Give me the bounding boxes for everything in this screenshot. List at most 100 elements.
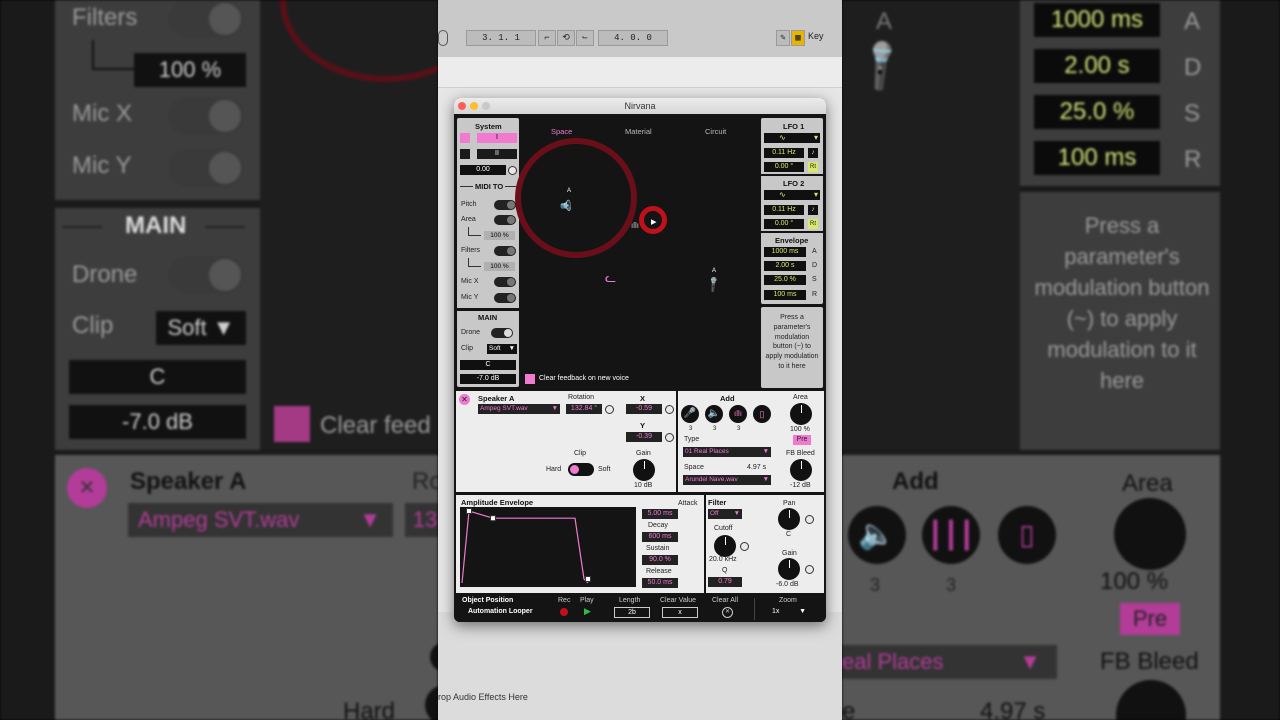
lfo2-shape-select[interactable]: ∿ ▾ — [764, 190, 820, 200]
zoom-window-button[interactable] — [482, 102, 490, 110]
sustain-value[interactable]: 90.0 % — [642, 555, 678, 565]
type-select[interactable]: 01 Real Places ▼ — [683, 447, 771, 457]
minimize-window-button[interactable] — [470, 102, 478, 110]
spatial-field[interactable]: Space Material Circuit A 🔈 ıllı ▸ A 🎤 ᓚ … — [515, 118, 759, 388]
filter-panel: Filter Off ▼ Cutoff 20.0 kHz Q 0.79 Pan C… — [706, 495, 824, 593]
cutoff-knob[interactable] — [714, 535, 736, 557]
pan-knob[interactable] — [778, 508, 800, 530]
filters-amount[interactable]: 100 % — [484, 262, 515, 271]
drone-toggle[interactable] — [491, 328, 513, 338]
decay-handle[interactable] — [490, 515, 496, 522]
system-value[interactable]: 0.00 — [460, 165, 506, 175]
decay-value[interactable]: 600 ms — [642, 532, 678, 542]
add-file-icon[interactable]: ▯ — [753, 405, 771, 423]
bg-speaker-label: Speaker A — [130, 468, 247, 495]
remove-speaker-icon[interactable]: ✕ — [459, 394, 470, 405]
area-knob[interactable] — [790, 403, 812, 425]
pre-button[interactable]: Pre — [793, 435, 811, 445]
record-button[interactable] — [560, 608, 568, 616]
speaker-gain-knob[interactable] — [633, 459, 655, 481]
tab-circuit[interactable]: Circuit — [705, 127, 726, 136]
space-select[interactable]: Arundel Nave.wav ▼ — [683, 475, 771, 485]
length-value[interactable]: 2b — [614, 607, 650, 618]
mod-env-release[interactable]: 100 ms — [764, 290, 806, 300]
cutoff-mod-button[interactable] — [740, 542, 749, 551]
mod-env-sustain[interactable]: 25.0 % — [764, 275, 806, 285]
attack-value[interactable]: 5.00 ms — [642, 509, 678, 519]
key-map-label[interactable]: Key — [808, 31, 824, 41]
loop-length[interactable]: 4. 0. 0 — [598, 30, 668, 46]
q-value[interactable]: 0.79 — [708, 577, 742, 587]
filters-toggle[interactable] — [494, 246, 516, 256]
clear-feedback-checkbox[interactable] — [525, 374, 535, 384]
rotation-value[interactable]: 132.84 ° — [566, 404, 602, 414]
lfo1-header: LFO 1 — [783, 122, 805, 131]
system-button-1[interactable]: I — [477, 133, 517, 143]
filter-mode-select[interactable]: Off ▼ — [708, 509, 742, 519]
bg-speaker-file-text: Ampeg SVT.wav — [138, 507, 300, 532]
amp-envelope-graph[interactable] — [460, 507, 636, 587]
micx-toggle[interactable] — [494, 277, 516, 287]
filter-gain-knob[interactable] — [778, 558, 800, 580]
metronome-icon[interactable] — [438, 30, 448, 46]
listener-cat-icon[interactable]: ᓚ — [605, 270, 623, 286]
x-value[interactable]: -0.59 — [626, 404, 662, 414]
system-color-swatch-2[interactable] — [460, 149, 470, 159]
note-value[interactable]: C — [460, 360, 516, 370]
speaker-file-select[interactable]: Ampeg SVT.wav ▼ — [478, 404, 560, 414]
zoom-select[interactable]: 1x ▼ — [772, 607, 812, 616]
area-toggle[interactable] — [494, 215, 516, 225]
system-button-2[interactable]: II — [477, 149, 517, 159]
level-value[interactable]: -7.0 dB — [460, 374, 516, 384]
clear-value-button[interactable]: x — [662, 607, 698, 618]
bg-file-icon: ▯ — [998, 506, 1056, 564]
loop-icon[interactable]: ⟲ — [557, 30, 575, 46]
y-value[interactable]: -0.39 — [626, 432, 662, 442]
system-mod-button[interactable] — [508, 166, 517, 175]
lfo1-retrigger-button[interactable]: Rt — [808, 162, 818, 172]
area-amount[interactable]: 100 % — [484, 231, 515, 240]
play-button[interactable]: ▶ — [584, 606, 591, 617]
mod-env-attack[interactable]: 1000 ms — [764, 247, 806, 257]
bg-hard-label: Hard — [343, 698, 396, 720]
speaker-radius-ring[interactable] — [515, 138, 637, 258]
mic-object-icon[interactable]: 🎤 — [704, 275, 724, 295]
micy-toggle[interactable] — [494, 293, 516, 303]
clip-select[interactable]: Soft ▼ — [487, 344, 517, 354]
mod-env-decay[interactable]: 2.00 s — [764, 261, 806, 271]
computer-keyboard-icon[interactable]: ▦ — [791, 30, 805, 46]
tab-space[interactable]: Space — [551, 127, 572, 136]
song-position[interactable]: 3. 1. 1 — [466, 30, 536, 46]
system-color-swatch-1[interactable] — [460, 133, 470, 143]
pitch-toggle[interactable] — [494, 200, 516, 210]
pan-mod-button[interactable] — [805, 515, 814, 524]
lfo2-phase[interactable]: 0.00 ° — [764, 219, 804, 229]
bg-speaker-file: Ampeg SVT.wav ▼ — [128, 503, 393, 537]
draw-mode-icon[interactable]: ✎ — [776, 30, 790, 46]
lfo2-sync-note-icon[interactable]: ♪ — [808, 205, 818, 215]
y-mod-button[interactable] — [665, 433, 674, 442]
clip-mode-toggle[interactable] — [568, 463, 594, 476]
x-mod-button[interactable] — [665, 405, 674, 414]
clear-all-icon[interactable]: ✕ — [722, 607, 733, 618]
punch-out-icon[interactable]: ⌙ — [576, 30, 594, 46]
fb-bleed-knob[interactable] — [790, 459, 812, 481]
release-value[interactable]: 50.0 ms — [642, 578, 678, 588]
lfo1-phase[interactable]: 0.00 ° — [764, 162, 804, 172]
tab-material[interactable]: Material — [625, 127, 652, 136]
lfo2-retrigger-button[interactable]: Rt — [808, 219, 818, 229]
punch-in-icon[interactable]: ⌐ — [538, 30, 556, 46]
rotation-mod-button[interactable] — [605, 405, 614, 414]
add-waveform-icon[interactable]: ıllı — [729, 405, 747, 423]
lfo1-shape-select[interactable]: ∿ ▾ — [764, 133, 820, 143]
release-handle[interactable] — [585, 576, 591, 582]
lfo1-sync-note-icon[interactable]: ♪ — [808, 148, 818, 158]
add-speaker-icon[interactable]: 🔈 — [705, 405, 723, 423]
lfo2-rate[interactable]: 0.11 Hz — [764, 205, 804, 215]
clear-feedback-label: Clear feedback on new voice — [539, 375, 629, 382]
add-mic-icon[interactable]: 🎤 — [681, 405, 699, 423]
close-window-button[interactable] — [458, 102, 466, 110]
lfo1-rate[interactable]: 0.11 Hz — [764, 148, 804, 158]
filter-gain-mod-button[interactable] — [805, 565, 814, 574]
attack-handle[interactable] — [466, 508, 472, 514]
